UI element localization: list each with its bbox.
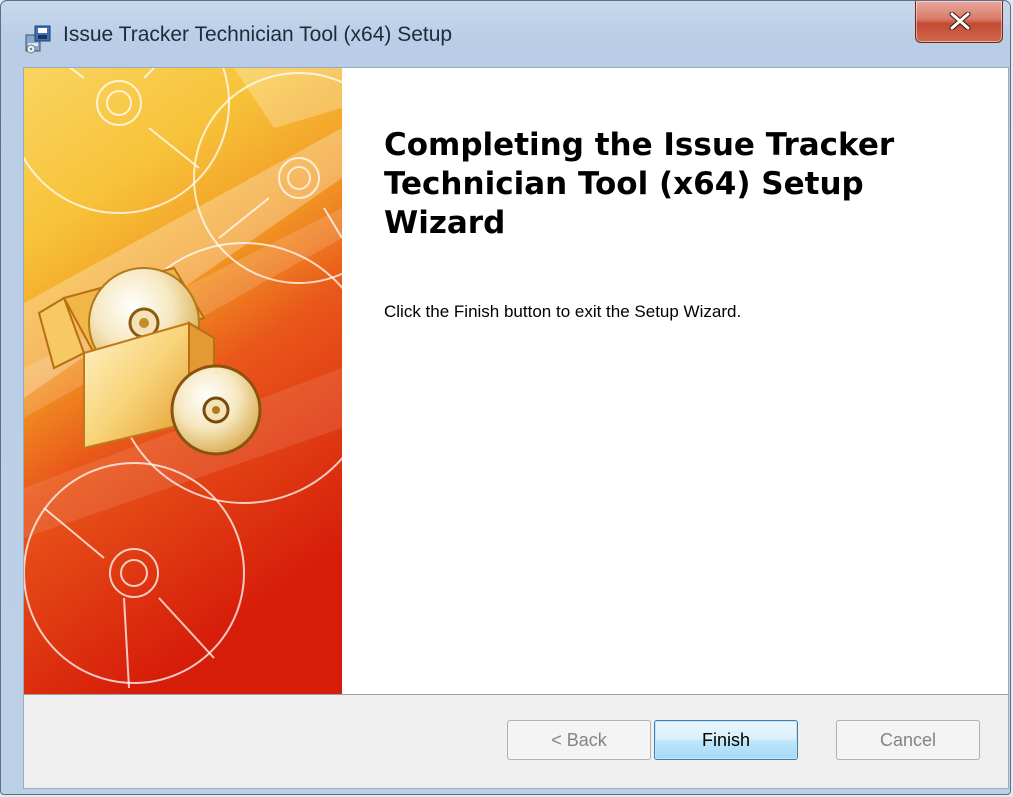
wizard-content: Completing the Issue Tracker Technician … bbox=[342, 68, 1008, 694]
wizard-client-area: Completing the Issue Tracker Technician … bbox=[23, 67, 1009, 789]
banner-artwork bbox=[24, 68, 342, 694]
title-bar[interactable]: Issue Tracker Technician Tool (x64) Setu… bbox=[1, 1, 1010, 65]
wizard-instruction: Click the Finish button to exit the Setu… bbox=[384, 302, 742, 321]
button-bar: < Back Finish Cancel bbox=[24, 694, 1008, 788]
finish-button[interactable]: Finish bbox=[654, 720, 798, 760]
setup-window: Issue Tracker Technician Tool (x64) Setu… bbox=[0, 0, 1011, 795]
setup-banner bbox=[24, 68, 342, 694]
cancel-button[interactable]: Cancel bbox=[836, 720, 980, 760]
wizard-heading: Completing the Issue Tracker Technician … bbox=[384, 127, 895, 241]
window-title: Issue Tracker Technician Tool (x64) Setu… bbox=[63, 23, 453, 46]
close-icon bbox=[949, 12, 971, 30]
installer-icon bbox=[25, 25, 51, 54]
close-button[interactable] bbox=[915, 1, 1003, 43]
back-button[interactable]: < Back bbox=[507, 720, 651, 760]
